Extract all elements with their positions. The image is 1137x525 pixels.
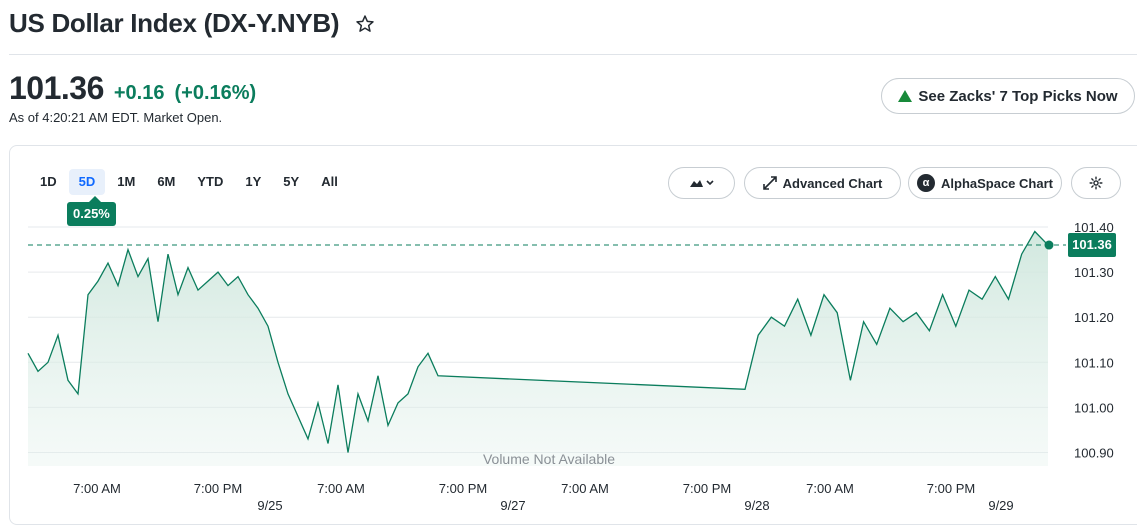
date-label: 9/28 [744,498,769,513]
price-chart[interactable]: 101.40101.30101.20101.10101.00100.90 7:0… [0,0,1137,517]
x-tick-label: 7:00 PM [927,481,975,496]
price-area-fill [28,231,1048,466]
x-tick-label: 7:00 PM [683,481,731,496]
last-price-dot [1044,240,1054,250]
y-tick-label: 101.20 [1074,310,1114,325]
y-tick-label: 100.90 [1074,445,1114,460]
x-tick-label: 7:00 AM [317,481,365,496]
date-label: 9/29 [988,498,1013,513]
x-tick-label: 7:00 AM [73,481,121,496]
y-tick-label: 101.10 [1074,355,1114,370]
x-tick-label: 7:00 PM [439,481,487,496]
x-tick-label: 7:00 AM [806,481,854,496]
y-tick-label: 101.30 [1074,265,1114,280]
y-tick-label: 101.00 [1074,400,1114,415]
date-label: 9/27 [500,498,525,513]
current-price-tag: 101.36 [1068,233,1116,258]
volume-not-available: Volume Not Available [483,451,615,467]
x-tick-label: 7:00 AM [561,481,609,496]
x-tick-label: 7:00 PM [194,481,242,496]
date-label: 9/25 [257,498,282,513]
